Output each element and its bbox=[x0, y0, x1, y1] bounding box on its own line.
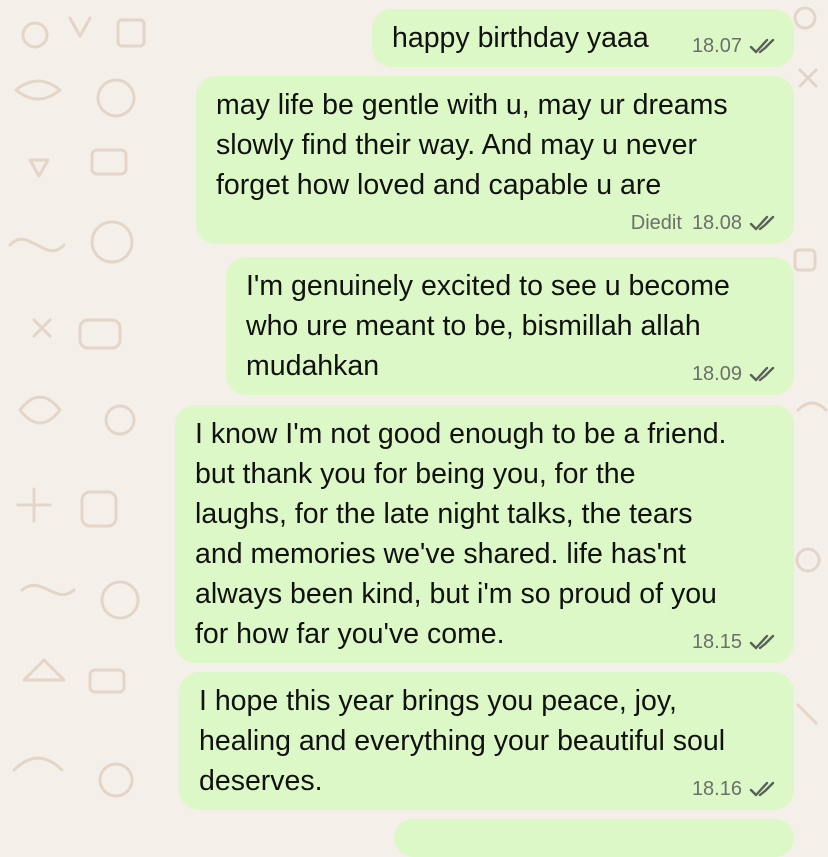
message-meta: 18.09 bbox=[692, 363, 776, 385]
message-bubble-1[interactable]: happy birthday yaaa 18.07 bbox=[372, 9, 794, 67]
message-text: I hope this year brings you peace, joy, … bbox=[199, 685, 726, 797]
message-meta: 18.07 bbox=[692, 35, 776, 57]
double-check-icon bbox=[749, 366, 775, 382]
next-message-peek bbox=[394, 819, 794, 857]
message-text: happy birthday yaaa bbox=[392, 22, 649, 54]
double-check-icon bbox=[749, 38, 775, 54]
message-bubble-5[interactable]: I hope this year brings you peace, joy, … bbox=[179, 672, 794, 810]
message-bubble-3[interactable]: I'm genuinely excited to see u become wh… bbox=[226, 257, 794, 395]
message-time: 18.09 bbox=[691, 363, 742, 385]
message-time: 18.07 bbox=[691, 35, 742, 57]
message-bubble-2[interactable]: may life be gentle with u, may ur dreams… bbox=[196, 76, 794, 244]
message-meta: Diedit 18.08 bbox=[631, 212, 776, 234]
message-meta: 18.15 bbox=[692, 631, 776, 653]
edited-label: Diedit bbox=[630, 212, 682, 234]
double-check-icon bbox=[749, 781, 775, 797]
message-time: 18.16 bbox=[691, 778, 742, 800]
double-check-icon bbox=[749, 634, 775, 650]
message-time: 18.15 bbox=[691, 631, 742, 653]
message-text: I know I'm not good enough to be a frien… bbox=[195, 418, 727, 650]
chat-thread: happy birthday yaaa 18.07 may life be ge… bbox=[0, 0, 828, 857]
message-text: I'm genuinely excited to see u become wh… bbox=[246, 270, 730, 382]
message-time: 18.08 bbox=[691, 212, 742, 234]
message-text: may life be gentle with u, may ur dreams… bbox=[216, 89, 728, 201]
double-check-icon bbox=[749, 215, 775, 231]
message-meta: 18.16 bbox=[692, 778, 776, 800]
message-bubble-4[interactable]: I know I'm not good enough to be a frien… bbox=[175, 405, 794, 663]
